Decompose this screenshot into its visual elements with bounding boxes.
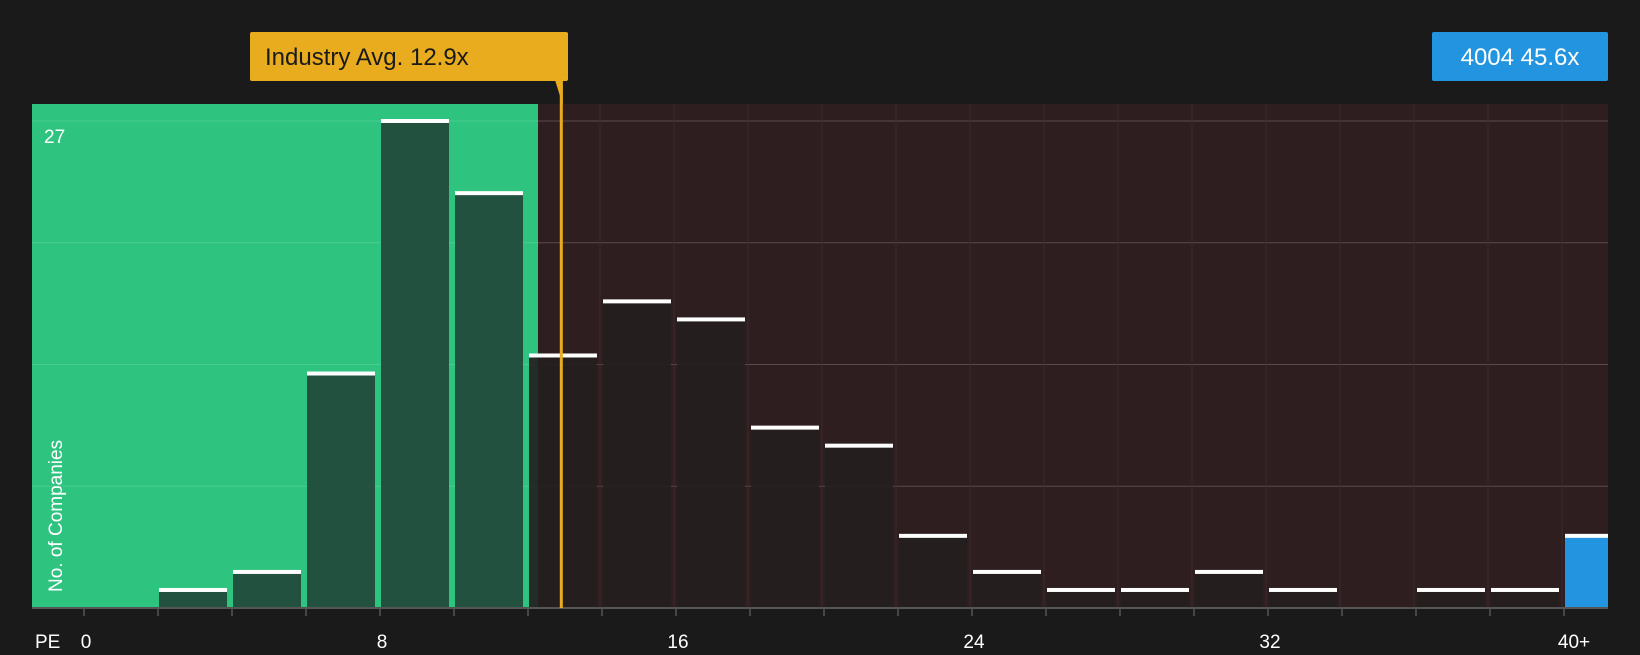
industry-avg-label: Industry Avg. 12.9x <box>265 44 469 71</box>
bar-8 <box>381 121 449 608</box>
x-tick-label-16: 16 <box>667 632 688 650</box>
bar-4 <box>233 571 301 608</box>
bar-2 <box>159 589 227 608</box>
bar-28 <box>1121 589 1189 608</box>
x-tick-label-0: 0 <box>81 632 92 650</box>
bar-cap-16 <box>677 317 745 322</box>
bar-cap-6 <box>307 371 375 376</box>
bar-36 <box>1417 589 1485 608</box>
y-axis-label: No. of Companies <box>46 440 67 592</box>
bar-30 <box>1195 571 1263 608</box>
bar-26 <box>1047 589 1115 608</box>
bar-32 <box>1269 589 1337 608</box>
x-axis-label: PE <box>35 632 60 650</box>
bar-cap-12 <box>529 353 597 358</box>
chart-canvas: 0 8 16 24 32 40+ PE 27 No. of Companies Industry… <box>32 32 1608 653</box>
bar-24 <box>973 571 1041 608</box>
bar-cap-4 <box>233 569 301 574</box>
bar-14 <box>603 301 671 608</box>
company-pe-label: 4004 45.6x <box>1461 44 1580 71</box>
bar-cap-40 <box>1565 533 1608 538</box>
bar-cap-8 <box>381 119 449 123</box>
bar-cap-26 <box>1047 587 1115 592</box>
bar-cap-22 <box>899 533 967 538</box>
x-tick-label-32: 32 <box>1259 632 1280 650</box>
bar-cap-24 <box>973 569 1041 574</box>
pe-distribution-chart: 0 8 16 24 32 40+ PE 27 No. of Companies Industry… <box>0 0 1640 653</box>
bar-cap-20 <box>825 443 893 448</box>
bar-cap-28 <box>1121 587 1189 592</box>
bar-10 <box>455 193 523 609</box>
bar-16 <box>677 319 745 608</box>
x-tick-label-40+: 40+ <box>1558 632 1590 650</box>
bar-40 <box>1565 535 1608 608</box>
bar-cap-30 <box>1195 569 1263 574</box>
bar-22 <box>899 535 967 608</box>
bar-6 <box>307 373 375 608</box>
bar-12 <box>529 355 597 608</box>
bar-cap-36 <box>1417 587 1485 592</box>
bar-cap-10 <box>455 191 523 196</box>
y-tick-label-max: 27 <box>44 127 65 148</box>
bar-cap-38 <box>1491 587 1559 592</box>
bar-18 <box>751 427 819 608</box>
bar-cap-32 <box>1269 587 1337 592</box>
bar-cap-14 <box>603 299 671 304</box>
x-tick-label-8: 8 <box>377 632 388 650</box>
x-tick-label-24: 24 <box>963 632 985 650</box>
bar-38 <box>1491 589 1559 608</box>
bar-cap-18 <box>751 425 819 430</box>
bar-cap-2 <box>159 587 227 592</box>
bar-20 <box>825 445 893 608</box>
